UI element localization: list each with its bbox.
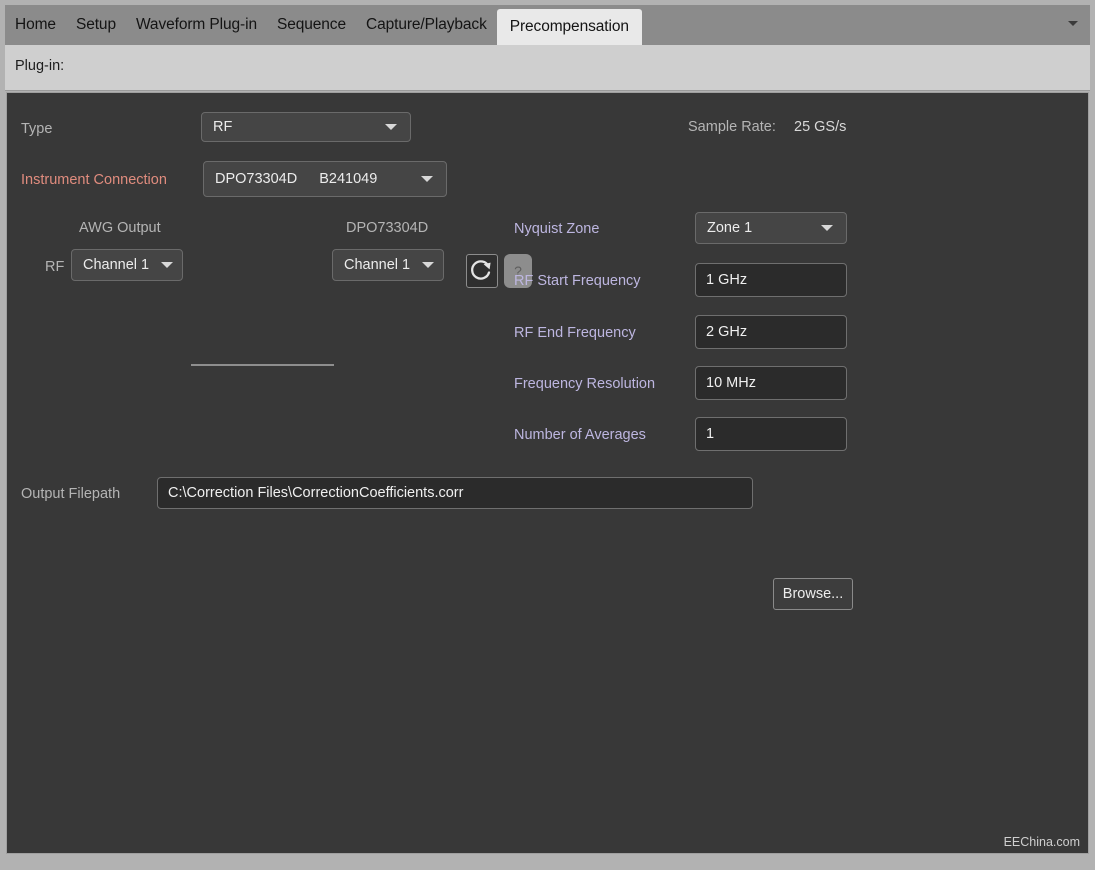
tab-label: Capture/Playback bbox=[365, 16, 487, 33]
awg-channel-value: Channel 1 bbox=[83, 257, 150, 273]
tab-bar: Home Setup Waveform Plug-in Sequence Cap… bbox=[5, 5, 1090, 45]
type-select-value: RF bbox=[213, 119, 233, 135]
rf-row-label: RF bbox=[45, 259, 65, 275]
frequency-resolution-value: 10 MHz bbox=[706, 375, 756, 391]
chevron-down-icon bbox=[385, 124, 397, 130]
tab-list: Home Setup Waveform Plug-in Sequence Cap… bbox=[5, 5, 642, 45]
output-filepath-label: Output Filepath bbox=[21, 486, 121, 502]
instrument-connection-label: Instrument Connection bbox=[21, 172, 167, 188]
type-label: Type bbox=[21, 121, 53, 137]
awg-channel-select[interactable]: Channel 1 bbox=[71, 249, 183, 281]
rf-start-frequency-value: 1 GHz bbox=[706, 272, 748, 288]
scope-channel-value: Channel 1 bbox=[344, 257, 411, 273]
chevron-down-icon bbox=[821, 225, 833, 231]
refresh-button[interactable] bbox=[466, 254, 498, 288]
tab-label: Setup bbox=[75, 16, 116, 33]
rf-end-frequency-label: RF End Frequency bbox=[514, 325, 636, 341]
instrument-connection-select[interactable]: DPO73304D B241049 bbox=[203, 161, 447, 197]
scope-channel-select[interactable]: Channel 1 bbox=[332, 249, 444, 281]
chevron-down-icon[interactable] bbox=[1068, 21, 1078, 26]
type-select[interactable]: RF bbox=[201, 112, 411, 142]
output-filepath-value: C:\Correction Files\CorrectionCoefficien… bbox=[168, 485, 464, 501]
toolbar: Plug-in: Generic Create coefficients Res… bbox=[5, 45, 1090, 133]
tab-sequence[interactable]: Sequence bbox=[267, 5, 356, 45]
instrument-connection-model: DPO73304D bbox=[215, 171, 298, 187]
tab-home[interactable]: Home bbox=[5, 5, 66, 45]
sample-rate-label: Sample Rate: bbox=[688, 119, 776, 135]
instrument-connection-serial: B241049 bbox=[319, 171, 378, 187]
nyquist-zone-select[interactable]: Zone 1 bbox=[695, 212, 847, 244]
watermark: EEChina.com bbox=[1003, 835, 1080, 849]
number-of-averages-input[interactable]: 1 bbox=[695, 417, 847, 451]
tab-precompensation[interactable]: Precompensation bbox=[496, 9, 642, 45]
chevron-down-icon bbox=[421, 176, 433, 182]
tab-label: Home bbox=[15, 16, 56, 33]
awg-output-label: AWG Output bbox=[79, 220, 161, 236]
tab-setup[interactable]: Setup bbox=[66, 5, 126, 45]
tab-capture-playback[interactable]: Capture/Playback bbox=[356, 5, 497, 45]
scope-model-label: DPO73304D bbox=[346, 220, 429, 236]
sample-rate-value: 25 GS/s bbox=[794, 119, 847, 135]
plugin-label: Plug-in: bbox=[15, 58, 65, 74]
application-window: Home Setup Waveform Plug-in Sequence Cap… bbox=[0, 0, 1095, 870]
nyquist-zone-label: Nyquist Zone bbox=[514, 221, 600, 237]
channel-connector-line bbox=[191, 364, 334, 366]
chevron-down-icon bbox=[161, 262, 173, 268]
tab-waveform-plugin[interactable]: Waveform Plug-in bbox=[126, 5, 267, 45]
nyquist-zone-value: Zone 1 bbox=[707, 220, 753, 236]
precompensation-panel: Type RF Sample Rate: 25 GS/s Instrument … bbox=[6, 92, 1089, 854]
rf-end-frequency-input[interactable]: 2 GHz bbox=[695, 315, 847, 349]
rf-start-frequency-input[interactable]: 1 GHz bbox=[695, 263, 847, 297]
output-filepath-input[interactable]: C:\Correction Files\CorrectionCoefficien… bbox=[157, 477, 753, 509]
frequency-resolution-label: Frequency Resolution bbox=[514, 376, 656, 392]
tab-label: Precompensation bbox=[509, 18, 629, 35]
rf-end-frequency-value: 2 GHz bbox=[706, 324, 748, 340]
number-of-averages-label: Number of Averages bbox=[514, 427, 646, 443]
browse-label: Browse... bbox=[782, 586, 844, 602]
browse-button[interactable]: Browse... bbox=[773, 578, 853, 610]
tab-label: Waveform Plug-in bbox=[135, 16, 257, 33]
frequency-resolution-input[interactable]: 10 MHz bbox=[695, 366, 847, 400]
tab-label: Sequence bbox=[276, 16, 346, 33]
chevron-down-icon bbox=[422, 262, 434, 268]
rf-start-frequency-label: RF Start Frequency bbox=[514, 273, 641, 289]
number-of-averages-value: 1 bbox=[706, 426, 715, 442]
